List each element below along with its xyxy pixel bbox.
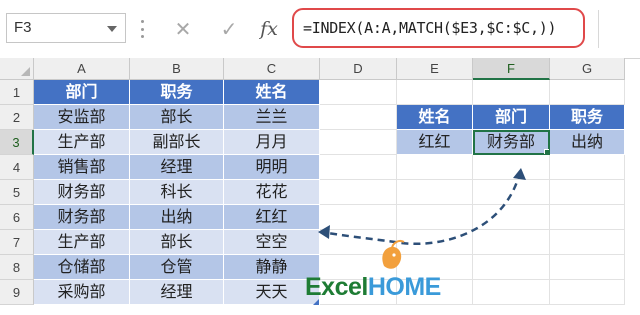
logo-text-home: HOME <box>367 273 442 301</box>
table-cell[interactable]: 部长 <box>130 105 224 130</box>
cell-g5[interactable] <box>550 180 625 205</box>
table-cell[interactable]: 仓管 <box>130 255 224 280</box>
cell-f6[interactable] <box>473 205 550 230</box>
table-cell[interactable]: 财务部 <box>34 180 130 205</box>
row-header-4[interactable]: 4 <box>0 155 34 180</box>
row-header-5[interactable]: 5 <box>0 180 34 205</box>
column-header-f[interactable]: F <box>473 58 550 80</box>
table-cell[interactable]: 副部长 <box>130 130 224 155</box>
column-header-b[interactable]: B <box>130 58 224 80</box>
cell-d7[interactable] <box>320 230 397 255</box>
table-cell[interactable]: 红红 <box>224 205 320 230</box>
formula-text: =INDEX(A:A,MATCH($E3,$C:$C,)) <box>303 19 557 37</box>
cell-d5[interactable] <box>320 180 397 205</box>
excelhome-logo: ExcelHOME <box>305 273 441 302</box>
table-cell[interactable]: 月月 <box>224 130 320 155</box>
table-cell[interactable]: 花花 <box>224 180 320 205</box>
lookup-header-cell[interactable]: 部门 <box>473 105 550 130</box>
formula-input[interactable]: =INDEX(A:A,MATCH($E3,$C:$C,)) <box>292 8 585 48</box>
column-header-e[interactable]: E <box>397 58 473 80</box>
row-header-1[interactable]: 1 <box>0 80 34 105</box>
table-cell[interactable]: 采购部 <box>34 280 130 305</box>
row-header-6[interactable]: 6 <box>0 205 34 230</box>
name-box[interactable]: F3 <box>6 13 126 43</box>
cell-f4[interactable] <box>473 155 550 180</box>
cell-d1[interactable] <box>320 80 397 105</box>
lookup-name-cell[interactable]: 红红 <box>397 130 473 155</box>
check-icon[interactable]: ✓ <box>214 14 244 44</box>
cell-g1[interactable] <box>550 80 625 105</box>
cell-f9[interactable] <box>473 280 550 305</box>
table-cell[interactable]: 仓储部 <box>34 255 130 280</box>
row-header-7[interactable]: 7 <box>0 230 34 255</box>
table-cell[interactable]: 部长 <box>130 230 224 255</box>
cell-g8[interactable] <box>550 255 625 280</box>
column-header-g[interactable]: G <box>550 58 625 80</box>
cell-g7[interactable] <box>550 230 625 255</box>
table-cell[interactable]: 经理 <box>130 155 224 180</box>
column-header-a[interactable]: A <box>34 58 130 80</box>
select-all-button[interactable] <box>0 58 34 80</box>
cell-d2[interactable] <box>320 105 397 130</box>
row-header-3[interactable]: 3 <box>0 130 34 155</box>
cell-f8[interactable] <box>473 255 550 280</box>
fill-handle[interactable] <box>544 149 549 154</box>
row-header-9[interactable]: 9 <box>0 280 34 305</box>
fx-icon: fx <box>260 18 278 40</box>
cell-d6[interactable] <box>320 205 397 230</box>
active-cell-f3[interactable]: 财务部 <box>473 130 550 155</box>
cell-e5[interactable] <box>397 180 473 205</box>
lookup-department-value: 财务部 <box>486 132 535 151</box>
cell-e7[interactable] <box>397 230 473 255</box>
drag-handle-icon[interactable] <box>140 20 144 38</box>
column-header-c[interactable]: C <box>224 58 320 80</box>
table-cell[interactable]: 空空 <box>224 230 320 255</box>
table-cell[interactable]: 科长 <box>130 180 224 205</box>
cell-d3[interactable] <box>320 130 397 155</box>
lookup-header-cell[interactable]: 职务 <box>550 105 625 130</box>
cell-d4[interactable] <box>320 155 397 180</box>
lookup-title-cell[interactable]: 出纳 <box>550 130 625 155</box>
cell-g4[interactable] <box>550 155 625 180</box>
cell-e6[interactable] <box>397 205 473 230</box>
cancel-icon[interactable]: ✕ <box>168 14 198 44</box>
row-header-2[interactable]: 2 <box>0 105 34 130</box>
table-header-cell[interactable]: 姓名 <box>224 80 320 105</box>
table-cell[interactable]: 出纳 <box>130 205 224 230</box>
table-header-cell[interactable]: 职务 <box>130 80 224 105</box>
cell-f7[interactable] <box>473 230 550 255</box>
table-cell[interactable]: 经理 <box>130 280 224 305</box>
insert-function-button[interactable]: fx <box>254 14 284 44</box>
cell-g6[interactable] <box>550 205 625 230</box>
cell-f5[interactable] <box>473 180 550 205</box>
lookup-header-cell[interactable]: 姓名 <box>397 105 473 130</box>
table-cell[interactable]: 兰兰 <box>224 105 320 130</box>
cell-g9[interactable] <box>550 280 625 305</box>
logo-text-excel: Excel <box>305 273 368 301</box>
table-cell[interactable]: 财务部 <box>34 205 130 230</box>
table-cell[interactable]: 销售部 <box>34 155 130 180</box>
cell-f1[interactable] <box>473 80 550 105</box>
row-header-8[interactable]: 8 <box>0 255 34 280</box>
table-cell[interactable]: 安监部 <box>34 105 130 130</box>
chevron-down-icon[interactable] <box>107 26 117 32</box>
formula-bar: F3 ✕ ✓ fx =INDEX(A:A,MATCH($E3,$C:$C,)) <box>0 0 640 59</box>
cell-e4[interactable] <box>397 155 473 180</box>
column-header-d[interactable]: D <box>320 58 397 80</box>
table-header-cell[interactable]: 部门 <box>34 80 130 105</box>
divider <box>598 10 599 48</box>
name-box-value: F3 <box>14 19 32 36</box>
cell-e1[interactable] <box>397 80 473 105</box>
table-cell[interactable]: 生产部 <box>34 130 130 155</box>
table-cell[interactable]: 明明 <box>224 155 320 180</box>
table-cell[interactable]: 生产部 <box>34 230 130 255</box>
